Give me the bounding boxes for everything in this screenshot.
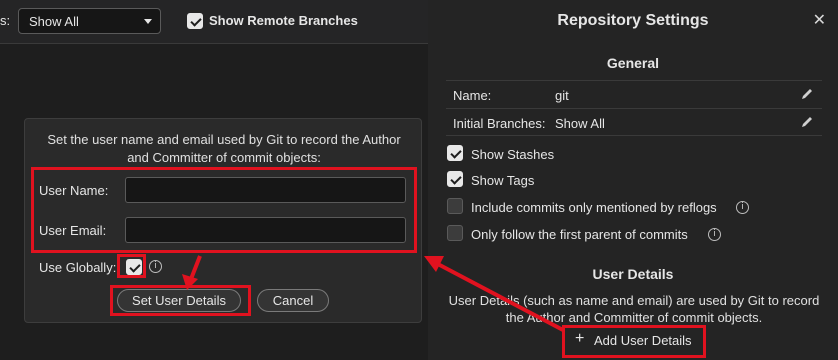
- branch-filter-label: s:: [0, 13, 11, 28]
- cancel-button[interactable]: Cancel: [257, 289, 329, 312]
- reflogs-checkbox[interactable]: [447, 198, 463, 214]
- first-parent-checkbox[interactable]: [447, 225, 463, 241]
- setting-value: git: [555, 88, 569, 103]
- show-remote-branches-checkbox[interactable]: [187, 13, 203, 29]
- branch-filter-value: Show All: [29, 14, 79, 29]
- info-icon[interactable]: i: [708, 228, 721, 241]
- highlight-user-fields: [31, 167, 417, 253]
- reflogs-label: Include commits only mentioned by reflog…: [471, 200, 717, 215]
- setting-value: Show All: [555, 116, 605, 131]
- user-details-description-line1: User Details (such as name and email) ar…: [448, 293, 820, 308]
- toolbar: s: Show All Show Remote Branches: [0, 0, 428, 44]
- first-parent-label: Only follow the first parent of commits: [471, 227, 688, 242]
- setting-row-initial-branches: Initial Branches: Show All: [446, 108, 822, 136]
- info-icon[interactable]: i: [736, 201, 749, 214]
- close-icon[interactable]: ✕: [813, 10, 826, 30]
- setting-key: Name:: [453, 88, 492, 103]
- highlight-use-globally: [117, 254, 146, 278]
- show-stashes-checkbox[interactable]: [447, 145, 463, 161]
- dialog-message-line1: Set the user name and email used by Git …: [47, 132, 401, 147]
- setting-key: Initial Branches:: [453, 116, 546, 131]
- info-icon[interactable]: i: [149, 260, 162, 273]
- pencil-icon[interactable]: [800, 115, 814, 129]
- highlight-add-button: [562, 325, 706, 358]
- branch-filter-select[interactable]: Show All: [18, 8, 161, 34]
- dialog-message-line2: and Committer of commit objects:: [127, 150, 321, 165]
- panel-title: Repository Settings: [557, 12, 709, 29]
- show-tags-checkbox[interactable]: [447, 171, 463, 187]
- repository-settings-panel: Repository Settings ✕ General Name: git …: [428, 0, 838, 360]
- show-tags-label: Show Tags: [471, 173, 535, 188]
- general-section-title: General: [606, 55, 660, 71]
- show-stashes-label: Show Stashes: [471, 147, 555, 162]
- use-globally-label: Use Globally:: [39, 260, 117, 275]
- setting-row-name: Name: git: [446, 80, 822, 108]
- chevron-down-icon: [144, 19, 152, 24]
- pencil-icon[interactable]: [800, 87, 814, 101]
- user-details-section-title: User Details: [592, 266, 674, 282]
- show-remote-branches-label: Show Remote Branches: [209, 13, 358, 28]
- user-details-description-line2: the Author and Committer of commit objec…: [505, 310, 763, 325]
- highlight-set-button: [110, 285, 251, 316]
